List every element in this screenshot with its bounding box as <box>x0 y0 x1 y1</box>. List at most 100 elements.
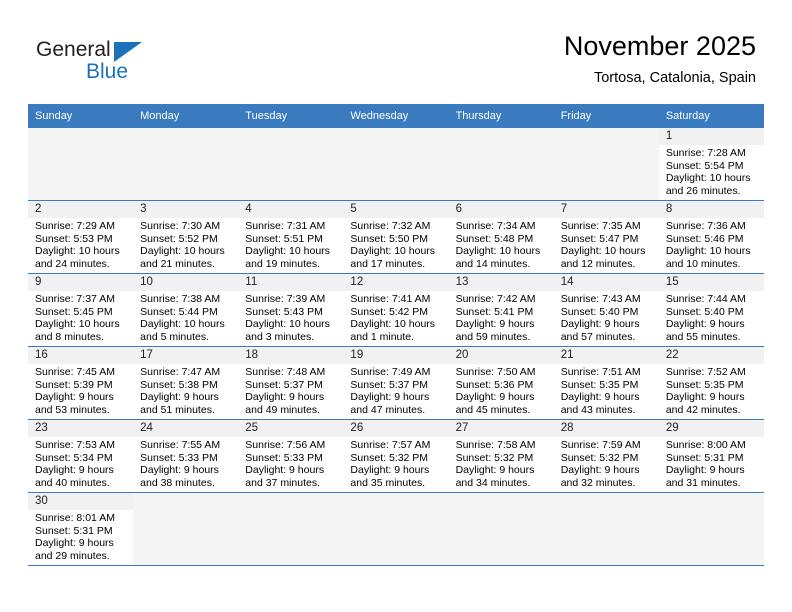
day-daylight-line-text: Daylight: 9 hours <box>560 391 640 404</box>
day-daylight-line-text: and 29 minutes. <box>35 549 110 562</box>
calendar-week-row: 9 Sunrise: 7:37 AM Sunset: 5:45 PM Daylight… <box>28 273 764 347</box>
day-number: 17 <box>133 347 239 364</box>
calendar-day-cell[interactable]: 16 Sunrise: 7:45 AM Sunset: 5:39 PM Dayligh… <box>28 346 134 420</box>
day-daylight-line-text: and 17 minutes. <box>350 257 426 270</box>
day-cell-content: 18 Sunrise: 7:48 AM Sunset: 5:37 PM Dayligh… <box>238 347 344 419</box>
day-details: Sunrise: 7:29 AM Sunset: 5:53 PM Daylight:… <box>28 218 133 270</box>
calendar-day-cell[interactable]: 3 Sunrise: 7:30 AM Sunset: 5:52 PM Daylight… <box>133 200 239 274</box>
day-daylight-line-text: Daylight: 9 hours <box>350 464 430 477</box>
day-details: Sunrise: 7:49 AM Sunset: 5:37 PM Daylight:… <box>343 364 448 416</box>
empty-cell-fill <box>343 128 449 200</box>
day-details: Sunrise: 7:28 AM Sunset: 5:54 PM Daylight:… <box>659 145 764 197</box>
day-daylight-line-text: and 51 minutes. <box>140 403 215 416</box>
calendar-day-cell[interactable]: 22 Sunrise: 7:52 AM Sunset: 5:35 PM Dayligh… <box>658 346 764 420</box>
day-sunset-text: Sunset: 5:44 PM <box>140 305 218 318</box>
empty-cell-fill <box>133 128 239 200</box>
calendar-day-cell[interactable]: 6 Sunrise: 7:34 AM Sunset: 5:48 PM Daylight… <box>448 200 554 274</box>
calendar-cell-empty <box>238 127 344 201</box>
day-daylight-line-text: Daylight: 9 hours <box>560 318 640 331</box>
day-number: 12 <box>343 274 449 291</box>
day-details: Sunrise: 7:48 AM Sunset: 5:37 PM Daylight:… <box>238 364 343 416</box>
day-details: Sunrise: 7:44 AM Sunset: 5:40 PM Daylight:… <box>659 291 764 343</box>
calendar-page: General Blue November 2025 Tortosa, Cata… <box>0 0 792 612</box>
day-daylight-line-text: and 47 minutes. <box>350 403 426 416</box>
day-sunrise-text: Sunrise: 7:47 AM <box>140 366 221 378</box>
calendar-day-cell[interactable]: 7 Sunrise: 7:35 AM Sunset: 5:47 PM Daylight… <box>553 200 659 274</box>
general-blue-logo[interactable]: General Blue <box>36 38 196 90</box>
day-number: 21 <box>553 347 659 364</box>
day-sunrise-text: Sunrise: 7:57 AM <box>350 439 431 451</box>
day-daylight-line-text: and 32 minutes. <box>560 476 636 489</box>
day-daylight-line-text: Daylight: 10 hours <box>245 245 330 258</box>
calendar-day-cell[interactable]: 4 Sunrise: 7:31 AM Sunset: 5:51 PM Daylight… <box>238 200 344 274</box>
day-number: 1 <box>658 128 764 145</box>
day-daylight-line-text: and 40 minutes. <box>35 476 110 489</box>
day-cell-content: 11 Sunrise: 7:39 AM Sunset: 5:43 PM Dayligh… <box>238 274 344 346</box>
calendar-day-cell[interactable]: 10 Sunrise: 7:38 AM Sunset: 5:44 PM Dayligh… <box>133 273 239 347</box>
calendar-day-cell[interactable]: 28 Sunrise: 7:59 AM Sunset: 5:32 PM Dayligh… <box>553 419 659 493</box>
calendar-day-cell[interactable]: 23 Sunrise: 7:53 AM Sunset: 5:34 PM Dayligh… <box>28 419 134 493</box>
day-number: 24 <box>133 420 239 437</box>
day-sunrise-text: Sunrise: 7:36 AM <box>665 220 746 232</box>
calendar-day-cell[interactable]: 27 Sunrise: 7:58 AM Sunset: 5:32 PM Dayligh… <box>448 419 554 493</box>
day-number: 15 <box>658 274 764 291</box>
calendar-day-cell[interactable]: 14 Sunrise: 7:43 AM Sunset: 5:40 PM Dayligh… <box>553 273 659 347</box>
day-sunrise-text: Sunrise: 7:43 AM <box>560 293 641 305</box>
calendar-day-cell[interactable]: 26 Sunrise: 7:57 AM Sunset: 5:32 PM Dayligh… <box>343 419 449 493</box>
calendar-day-cell[interactable]: 29 Sunrise: 8:00 AM Sunset: 5:31 PM Dayligh… <box>658 419 764 493</box>
day-daylight-line-text: and 3 minutes. <box>245 330 315 343</box>
calendar-day-cell[interactable]: 18 Sunrise: 7:48 AM Sunset: 5:37 PM Dayligh… <box>238 346 344 420</box>
calendar-day-cell[interactable]: 19 Sunrise: 7:49 AM Sunset: 5:37 PM Dayligh… <box>343 346 449 420</box>
day-sunset-text: Sunset: 5:53 PM <box>35 232 113 245</box>
day-sunset-text: Sunset: 5:39 PM <box>35 378 113 391</box>
day-number: 6 <box>448 201 554 218</box>
calendar-day-cell[interactable]: 20 Sunrise: 7:50 AM Sunset: 5:36 PM Dayligh… <box>448 346 554 420</box>
calendar-day-cell[interactable]: 12 Sunrise: 7:41 AM Sunset: 5:42 PM Dayligh… <box>343 273 449 347</box>
calendar-day-cell[interactable]: 21 Sunrise: 7:51 AM Sunset: 5:35 PM Dayligh… <box>553 346 659 420</box>
day-cell-content: 6 Sunrise: 7:34 AM Sunset: 5:48 PM Daylight… <box>448 201 554 273</box>
calendar-day-cell[interactable]: 13 Sunrise: 7:42 AM Sunset: 5:41 PM Dayligh… <box>448 273 554 347</box>
calendar-day-cell[interactable]: 9 Sunrise: 7:37 AM Sunset: 5:45 PM Daylight… <box>28 273 134 347</box>
day-daylight-line-text: Daylight: 10 hours <box>560 245 646 258</box>
calendar-day-cell[interactable]: 15 Sunrise: 7:44 AM Sunset: 5:40 PM Dayligh… <box>658 273 764 347</box>
calendar-cell-empty <box>133 127 239 201</box>
calendar-day-cell[interactable]: 2 Sunrise: 7:29 AM Sunset: 5:53 PM Daylight… <box>28 200 134 274</box>
day-daylight-line-text: and 10 minutes. <box>665 257 741 270</box>
calendar-day-cell[interactable]: 5 Sunrise: 7:32 AM Sunset: 5:50 PM Daylight… <box>343 200 449 274</box>
empty-cell-fill <box>448 493 554 565</box>
calendar-day-cell[interactable]: 25 Sunrise: 7:56 AM Sunset: 5:33 PM Dayligh… <box>238 419 344 493</box>
day-sunrise-text: Sunrise: 7:56 AM <box>245 439 326 451</box>
empty-cell-fill <box>448 128 554 200</box>
day-daylight-line-text: Daylight: 9 hours <box>665 391 745 404</box>
day-daylight-line-text: and 57 minutes. <box>560 330 636 343</box>
day-sunset-text: Sunset: 5:32 PM <box>350 451 429 464</box>
day-sunrise-text: Sunrise: 7:45 AM <box>35 366 115 378</box>
day-sunset-text: Sunset: 5:35 PM <box>560 378 639 391</box>
calendar-day-cell[interactable]: 11 Sunrise: 7:39 AM Sunset: 5:43 PM Dayligh… <box>238 273 344 347</box>
calendar-day-cell[interactable]: 1 Sunrise: 7:28 AM Sunset: 5:54 PM Daylight… <box>658 127 764 201</box>
day-cell-content: 19 Sunrise: 7:49 AM Sunset: 5:37 PM Dayligh… <box>343 347 449 419</box>
calendar-cell-empty <box>28 127 134 201</box>
day-daylight-line-text: Daylight: 10 hours <box>140 318 225 331</box>
calendar-cell-empty <box>448 127 554 201</box>
day-daylight-line-text: and 1 minute. <box>350 330 415 343</box>
calendar-day-cell[interactable]: 8 Sunrise: 7:36 AM Sunset: 5:46 PM Daylight… <box>658 200 764 274</box>
day-cell-content: 1 Sunrise: 7:28 AM Sunset: 5:54 PM Daylight… <box>658 128 764 200</box>
day-cell-content: 17 Sunrise: 7:47 AM Sunset: 5:38 PM Dayligh… <box>133 347 239 419</box>
day-sunset-text: Sunset: 5:31 PM <box>665 451 744 464</box>
day-sunrise-text: Sunrise: 7:38 AM <box>140 293 221 305</box>
day-cell-content: 22 Sunrise: 7:52 AM Sunset: 5:35 PM Dayligh… <box>658 347 764 419</box>
day-daylight-line-text: and 26 minutes. <box>665 184 741 197</box>
day-daylight-line-text: and 8 minutes. <box>35 330 104 343</box>
day-number: 5 <box>343 201 449 218</box>
day-daylight-line-text: Daylight: 9 hours <box>455 318 535 331</box>
day-sunrise-text: Sunrise: 7:48 AM <box>245 366 326 378</box>
calendar-day-cell[interactable]: 30 Sunrise: 8:01 AM Sunset: 5:31 PM Dayligh… <box>28 492 134 566</box>
calendar-day-cell[interactable]: 24 Sunrise: 7:55 AM Sunset: 5:33 PM Dayligh… <box>133 419 239 493</box>
day-details: Sunrise: 7:30 AM Sunset: 5:52 PM Daylight:… <box>133 218 238 270</box>
calendar-body: 1 Sunrise: 7:28 AM Sunset: 5:54 PM Daylight… <box>28 127 764 566</box>
day-sunrise-text: Sunrise: 7:44 AM <box>665 293 746 305</box>
calendar-day-cell[interactable]: 17 Sunrise: 7:47 AM Sunset: 5:38 PM Dayligh… <box>133 346 239 420</box>
day-cell-content: 3 Sunrise: 7:30 AM Sunset: 5:52 PM Daylight… <box>133 201 239 273</box>
day-sunrise-text: Sunrise: 7:42 AM <box>455 293 536 305</box>
